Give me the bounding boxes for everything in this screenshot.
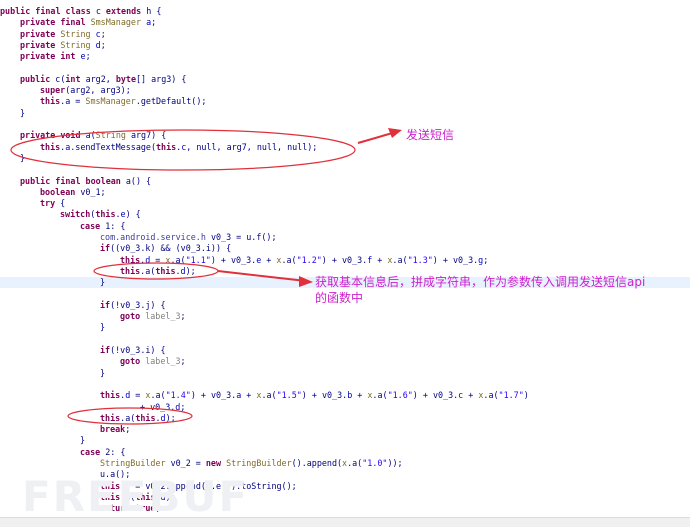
annotation-marks: [10, 128, 402, 425]
collect-info-arrow: [217, 270, 307, 282]
send-sms-annotation: 发送短信: [406, 128, 455, 142]
call-circle-2: [67, 407, 193, 425]
collect-info-annotation-line1: 获取基本信息后，拼成字符串，作为参数传入调用发送短信api: [315, 275, 646, 289]
send-sms-arrowhead: [388, 128, 402, 138]
send-sms-circle: [10, 129, 356, 171]
freebuf-watermark: FREEBUF: [22, 472, 250, 521]
call-circle-1: [93, 262, 219, 280]
collect-info-annotation-line2: 的函数中: [315, 291, 364, 305]
collect-info-arrowhead: [299, 276, 313, 287]
